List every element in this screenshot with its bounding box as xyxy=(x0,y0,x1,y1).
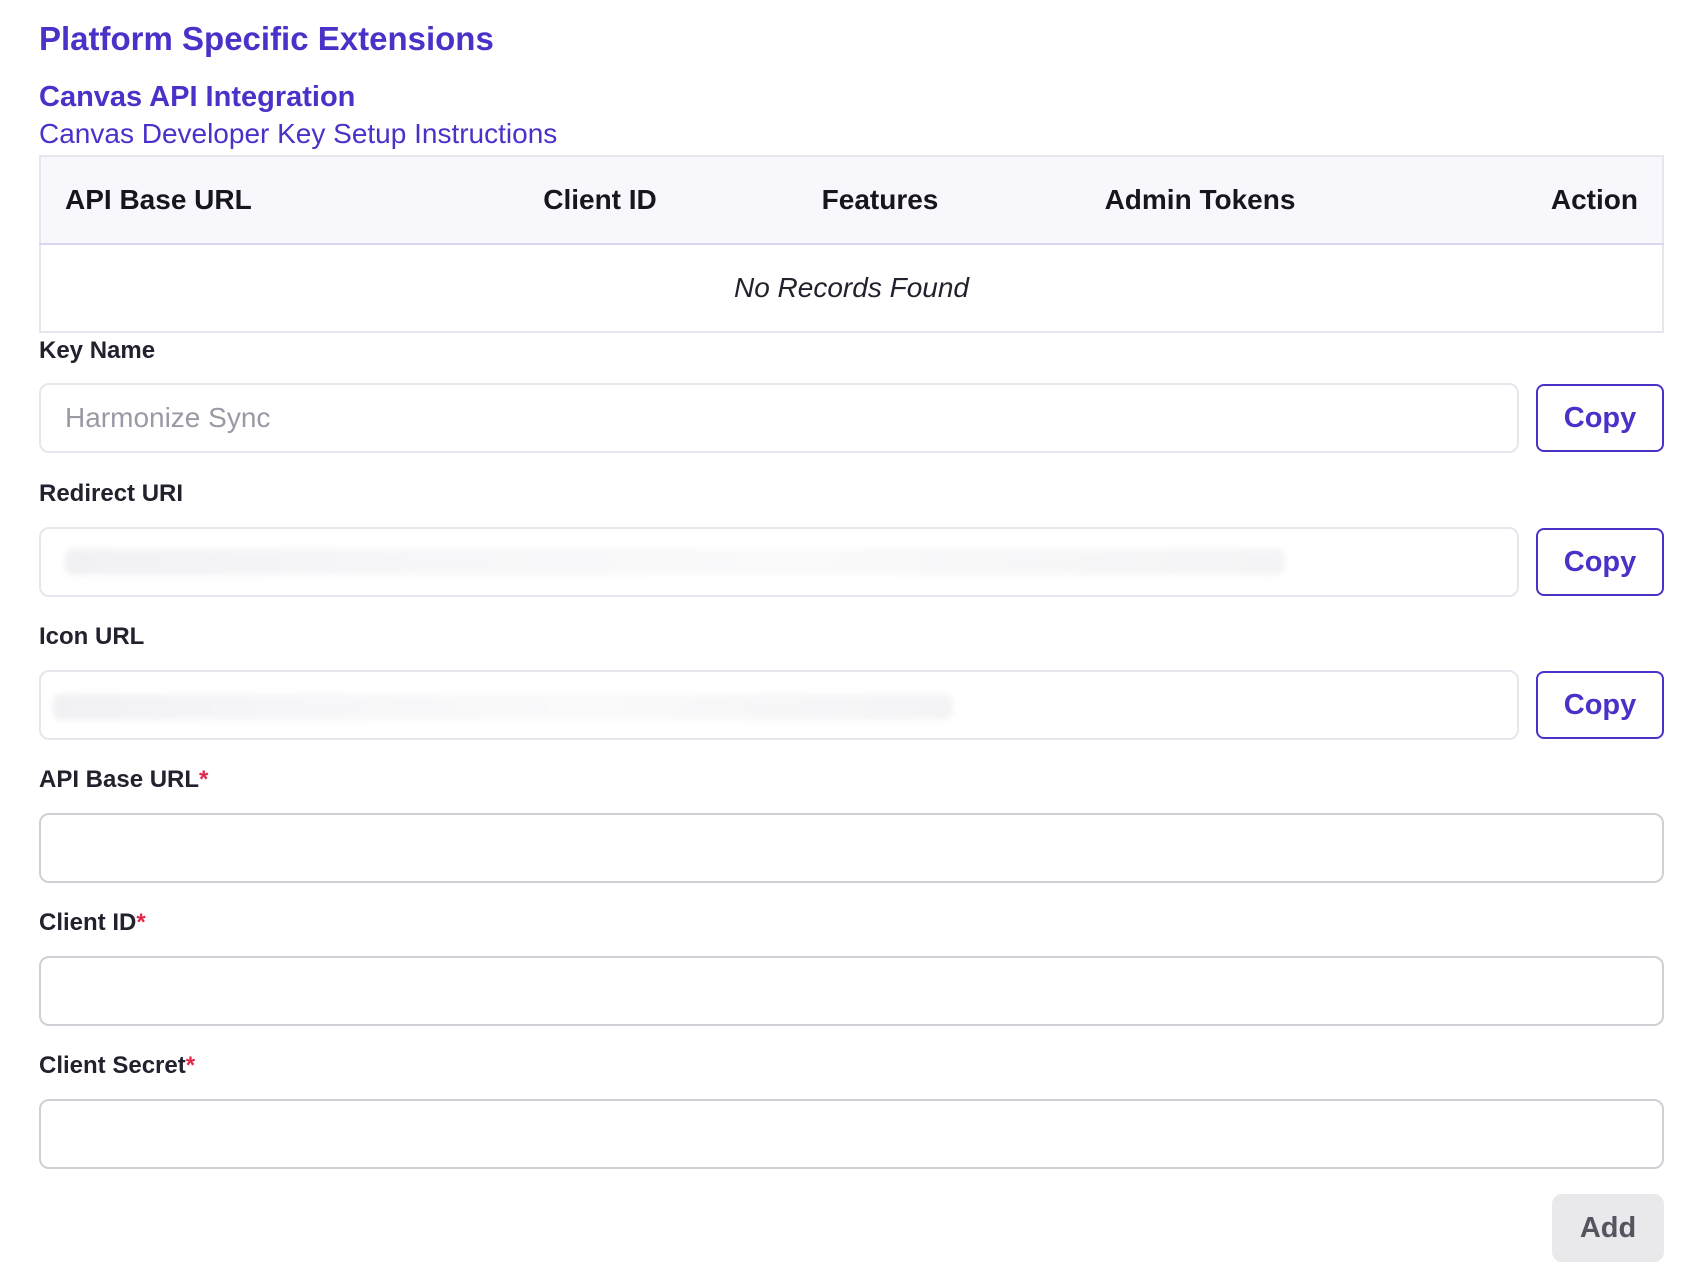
column-header-action: Action xyxy=(1380,156,1663,245)
table-row: No Records Found xyxy=(40,244,1663,332)
redirect-uri-label: Redirect URI xyxy=(39,480,184,507)
section-title: Platform Specific Extensions xyxy=(39,20,494,57)
api-base-url-input[interactable] xyxy=(39,813,1664,883)
column-header-features: Features xyxy=(740,156,1020,245)
integration-title: Canvas API Integration xyxy=(39,81,356,113)
setup-instructions-link[interactable]: Canvas Developer Key Setup Instructions xyxy=(39,118,557,150)
copy-redirect-uri-button[interactable]: Copy xyxy=(1536,528,1664,596)
client-secret-label-text: Client Secret xyxy=(39,1052,186,1079)
column-header-client-id: Client ID xyxy=(460,156,740,245)
copy-key-name-button[interactable]: Copy xyxy=(1536,384,1664,452)
client-id-input[interactable] xyxy=(39,956,1664,1026)
add-button[interactable]: Add xyxy=(1552,1194,1664,1262)
client-secret-input[interactable] xyxy=(39,1099,1664,1169)
icon-url-label: Icon URL xyxy=(39,623,145,650)
redirect-uri-field[interactable] xyxy=(39,527,1519,597)
client-secret-label: Client Secret* xyxy=(39,1052,195,1080)
key-name-label: Key Name xyxy=(39,337,156,364)
required-marker: * xyxy=(185,1052,196,1079)
table-header-row: API Base URL Client ID Features Admin To… xyxy=(40,156,1663,245)
redacted-value xyxy=(53,694,953,720)
client-id-label-text: Client ID xyxy=(39,909,137,936)
icon-url-field[interactable] xyxy=(39,670,1519,740)
column-header-api-base-url: API Base URL xyxy=(40,156,460,245)
records-table: API Base URL Client ID Features Admin To… xyxy=(39,155,1664,333)
api-base-url-label-text: API Base URL xyxy=(39,766,200,793)
required-marker: * xyxy=(199,766,209,793)
required-marker: * xyxy=(136,909,146,936)
empty-state-message: No Records Found xyxy=(733,272,969,303)
key-name-field[interactable] xyxy=(39,383,1519,453)
client-id-label: Client ID* xyxy=(39,909,146,937)
redacted-value xyxy=(65,549,1285,575)
copy-icon-url-button[interactable]: Copy xyxy=(1536,671,1664,739)
api-base-url-label: API Base URL* xyxy=(39,766,208,794)
column-header-admin-tokens: Admin Tokens xyxy=(1020,156,1380,245)
